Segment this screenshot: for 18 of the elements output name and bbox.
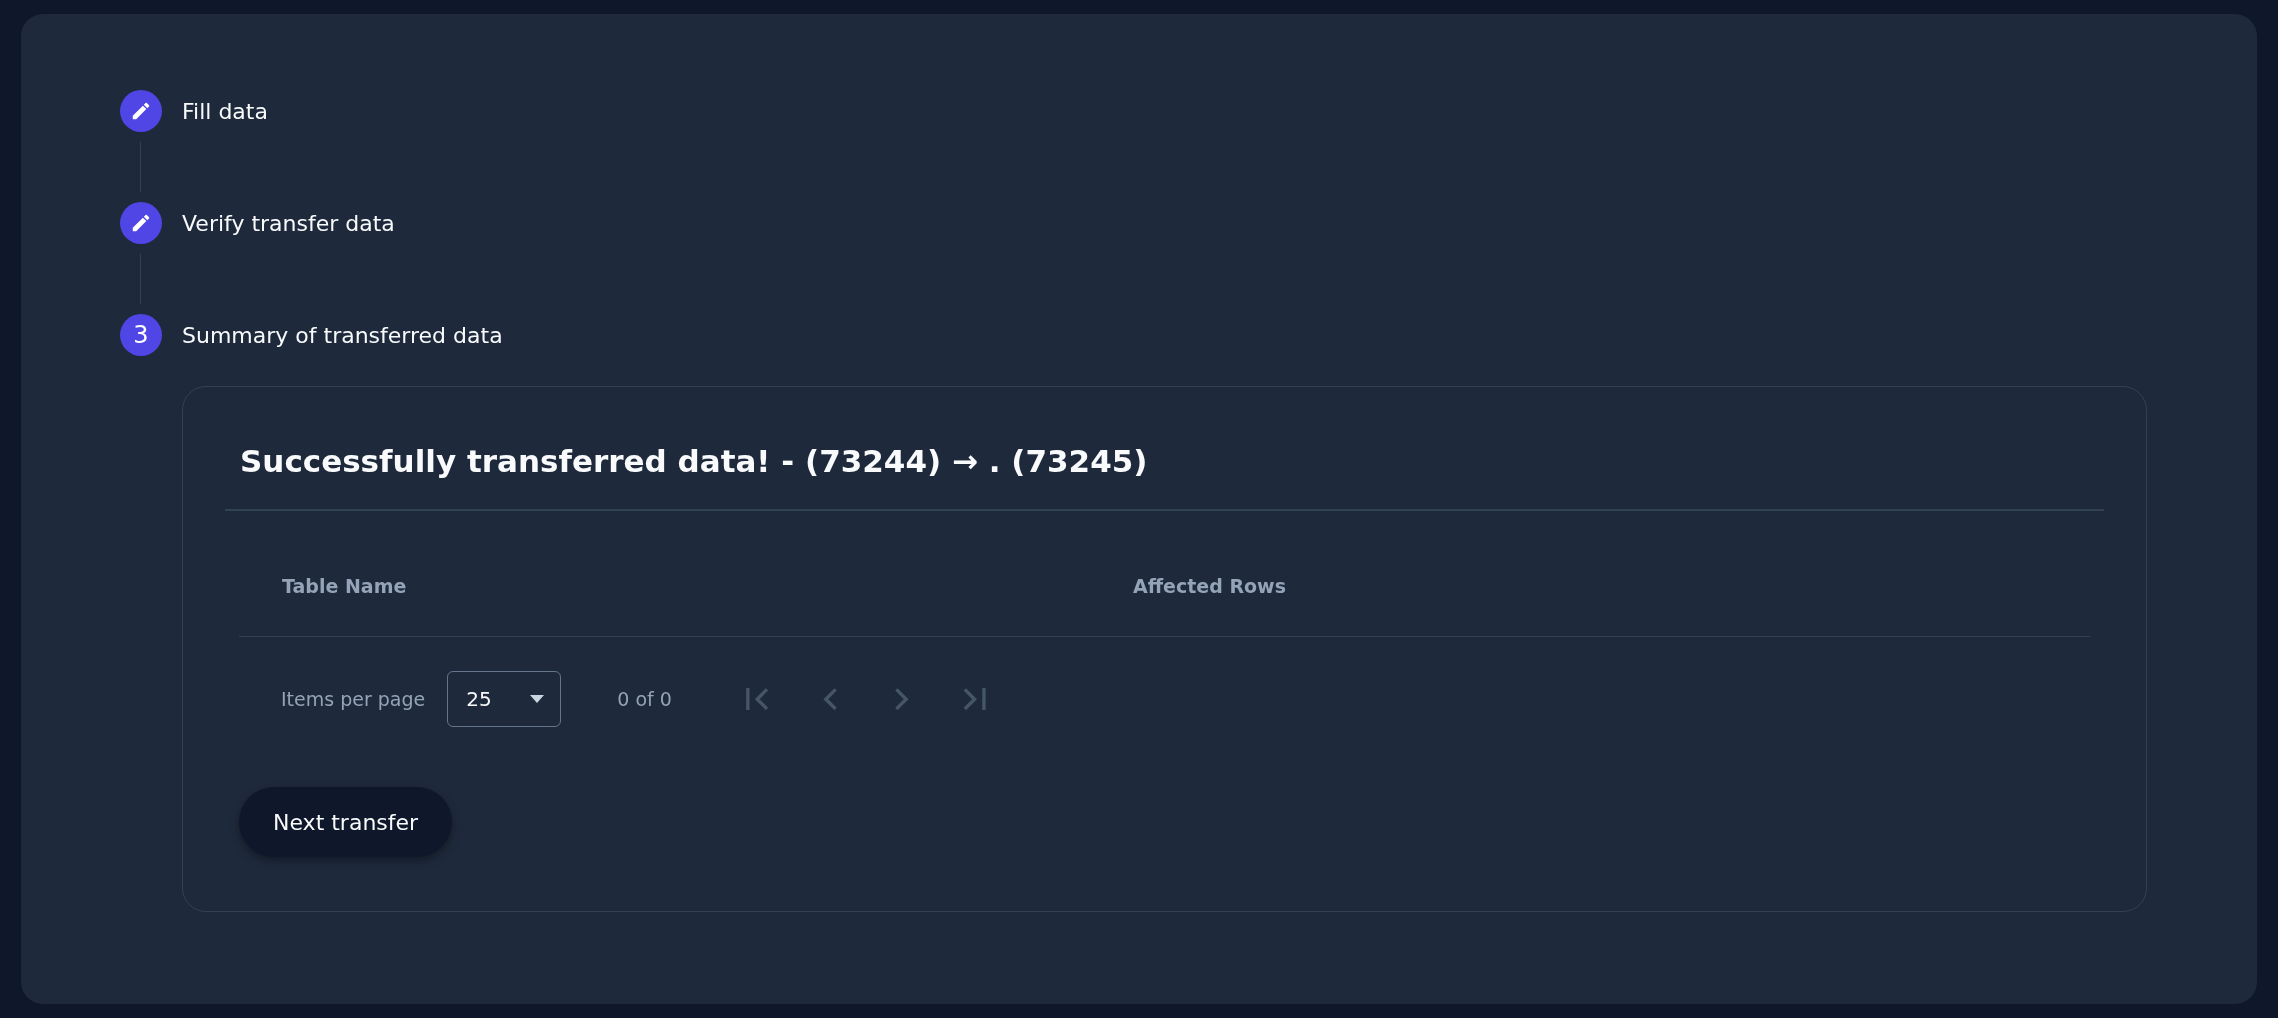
first-page-icon <box>745 687 770 711</box>
column-header: Affected Rows <box>1132 575 1287 597</box>
page-size-select[interactable]: 25 <box>447 671 562 727</box>
column-header: Table Name <box>281 575 408 597</box>
last-page-icon <box>961 687 986 711</box>
step-number: 3 <box>120 314 162 356</box>
previous-page-icon <box>822 687 837 711</box>
next-transfer-button[interactable]: Next transfer <box>239 787 453 857</box>
next-page-icon <box>894 687 909 711</box>
items-per-page-label: Items per page <box>281 688 426 710</box>
caret-icon <box>530 695 545 703</box>
page-range: 0 of 0 <box>617 688 672 710</box>
summary-title: Successfully transferred data! - (73244) → . (73245) <box>240 443 1149 479</box>
step-label: Fill data <box>182 98 268 124</box>
pencil-icon <box>130 212 152 234</box>
step-label: Verify transfer data <box>182 210 395 236</box>
pencil-icon <box>130 100 152 122</box>
step-label: Summary of transferred data <box>182 322 503 348</box>
